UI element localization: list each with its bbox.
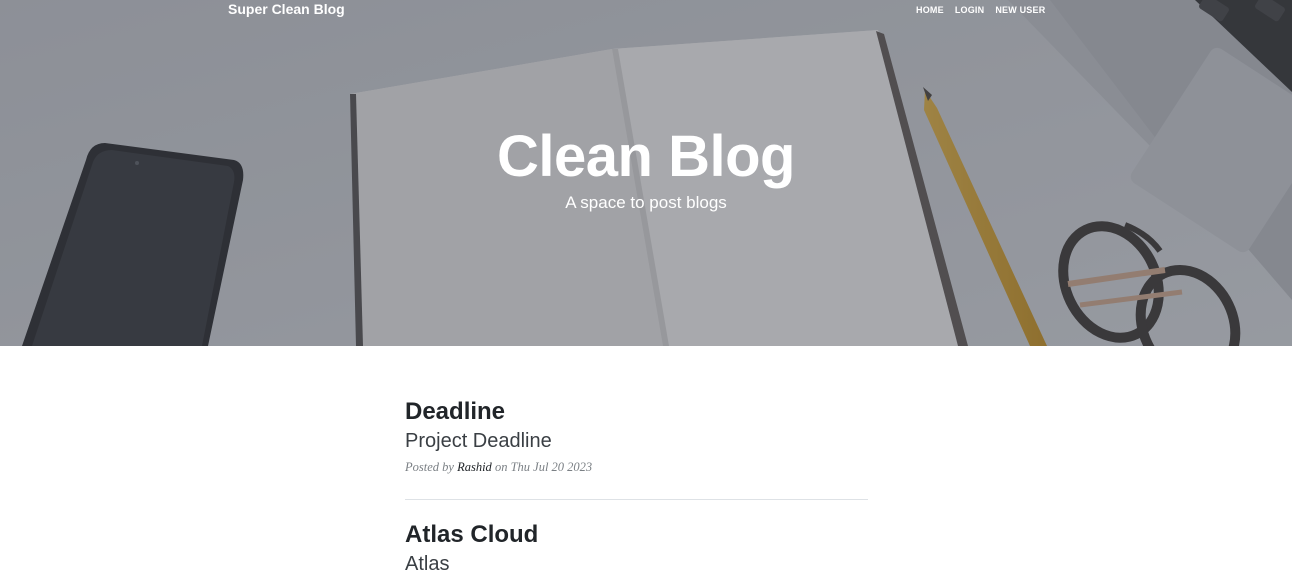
hero-subtitle: A space to post blogs: [565, 193, 727, 212]
post-date: Thu Jul 20 2023: [510, 460, 593, 474]
hero-title: Clean Blog: [497, 124, 795, 189]
page-header: Super Clean Blog HOME LOGIN NEW USER Cle…: [0, 0, 1292, 346]
post-subtitle[interactable]: Atlas: [405, 551, 868, 577]
post-title[interactable]: Deadline: [405, 397, 868, 427]
navbar: Super Clean Blog HOME LOGIN NEW USER: [0, 0, 1292, 22]
nav-links: HOME LOGIN NEW USER: [916, 5, 1045, 15]
post-title[interactable]: Atlas Cloud: [405, 520, 868, 550]
post-meta-prefix: Posted by: [405, 460, 454, 474]
nav-link-login[interactable]: LOGIN: [955, 5, 985, 15]
post-list: Deadline Project Deadline Posted by Rash…: [405, 397, 868, 577]
hero-heading: Clean Blog A space to post blogs: [0, 124, 1292, 214]
post-divider: [405, 499, 868, 500]
nav-link-home[interactable]: HOME: [916, 5, 944, 15]
post-author[interactable]: Rashid: [457, 460, 492, 474]
main-content: Deadline Project Deadline Posted by Rash…: [0, 346, 1292, 582]
brand-link[interactable]: Super Clean Blog: [228, 1, 345, 17]
post-preview[interactable]: Atlas Cloud Atlas: [405, 520, 868, 577]
post-subtitle[interactable]: Project Deadline: [405, 428, 868, 454]
nav-link-new-user[interactable]: NEW USER: [995, 5, 1045, 15]
post-preview[interactable]: Deadline Project Deadline Posted by Rash…: [405, 397, 868, 475]
post-meta: Posted by Rashid on Thu Jul 20 2023: [405, 460, 868, 475]
post-meta-middle: on: [494, 460, 508, 474]
